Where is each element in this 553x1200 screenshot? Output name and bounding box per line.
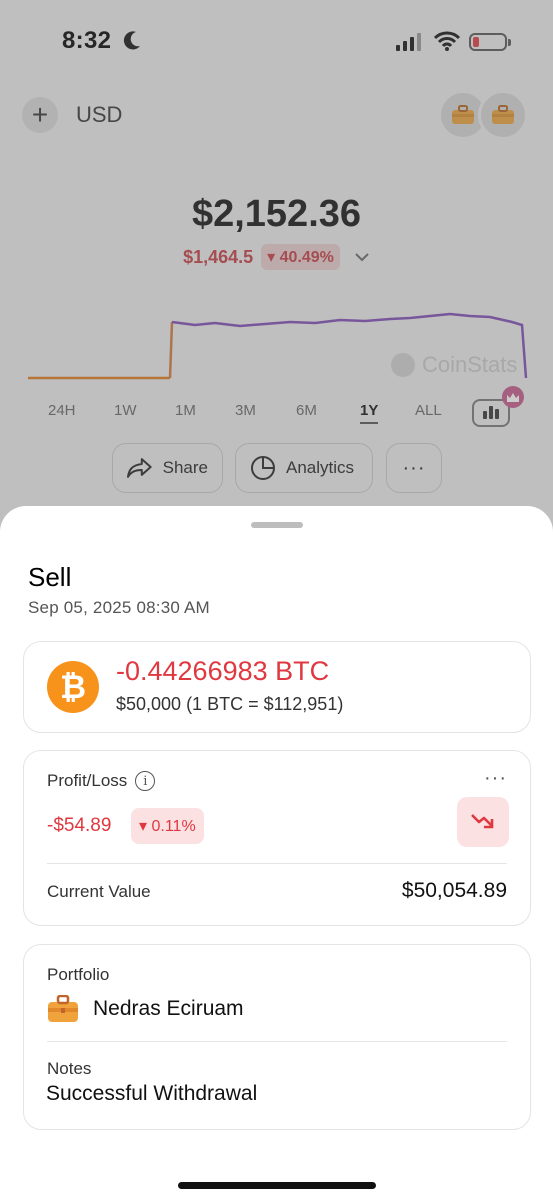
transaction-date: Sep 05, 2025 08:30 AM [28,598,210,617]
divider [47,1041,507,1042]
portfolio-label: Portfolio [47,965,110,984]
range-1m[interactable]: 1M [175,402,196,419]
share-label: Share [162,458,208,477]
chart-line-step [168,321,174,379]
range-24h[interactable]: 24H [48,402,76,419]
change-percent-badge: ▾ 40.49% [261,244,340,270]
battery-icon [469,33,511,51]
change-value: $1,464.5 [183,246,254,267]
balance-change[interactable]: $1,464.5 ▾ 40.49% [0,244,553,270]
profit-loss-card: Profit/Loss i ··· -$54.89 ▾ 0.11% Curren… [23,750,531,926]
portfolio-card: Portfolio Nedras Eciruam Notes Successfu… [23,944,531,1130]
signal-icon [396,33,421,51]
profit-loss-value: -$54.89 [47,815,112,836]
coinstats-logo-icon [391,353,415,377]
coinstats-watermark: CoinStats [390,352,517,378]
analytics-label: Analytics [286,458,355,477]
profit-loss-percent-badge: ▾ 0.11% [131,808,204,844]
info-icon[interactable]: i [135,771,156,791]
range-1y[interactable]: 1Y [360,402,379,424]
transaction-detail: $50,000 (1 BTC = $112,951) [116,694,344,714]
sheet-grabber[interactable] [251,522,303,528]
analytics-button[interactable]: Analytics [235,443,373,493]
transaction-card: ₿ -0.44266983 BTC $50,000 (1 BTC = $112,… [23,641,531,733]
briefcase-icon [478,90,528,140]
trend-down-icon[interactable] [457,797,509,847]
notes-label: Notes [47,1059,92,1078]
range-1w[interactable]: 1W [114,402,137,419]
currency-selector[interactable]: USD [76,102,122,128]
portfolio-screen: 8:32 + USD $2,152.36 $1,464.5 ▾ 40.49% C… [0,0,553,560]
divider [47,863,507,864]
home-indicator [178,1182,376,1189]
time-range-selector: 24H 1W 1M 3M 6M 1Y ALL [30,386,530,430]
range-3m[interactable]: 3M [235,402,256,419]
portfolio-name: Nedras Eciruam [93,997,244,1020]
portfolio-row[interactable]: Nedras Eciruam [47,995,244,1023]
profit-loss-label: Profit/Loss i [47,771,156,791]
bitcoin-icon: ₿ [47,661,99,713]
portfolio-balance: $2,152.36 [191,193,362,235]
briefcase-icon [48,995,78,1022]
share-button[interactable]: Share [112,443,223,493]
portfolio-chart[interactable] [0,300,553,395]
more-options-button[interactable]: ··· [484,767,507,790]
status-time: 8:32 [62,27,112,54]
transaction-amount: -0.44266983 BTC [116,656,330,686]
current-value-label: Current Value [47,882,151,901]
crown-icon [502,386,524,408]
pie-chart-icon [251,456,275,480]
more-options-button[interactable]: ··· [386,443,442,493]
portfolio-avatars[interactable] [438,90,530,140]
wifi-icon [434,31,460,51]
moon-icon [123,31,140,50]
add-icon[interactable]: + [22,97,58,133]
range-6m[interactable]: 6M [296,402,317,419]
status-bar: 8:32 [0,0,553,84]
current-value: $50,054.89 [401,879,507,902]
transaction-sheet: Sell Sep 05, 2025 08:30 AM ₿ -0.44266983… [0,506,553,1200]
action-bar: Share Analytics ··· [0,443,553,493]
share-icon [127,458,152,478]
transaction-type: Sell [28,562,72,592]
chevron-down-icon [355,253,369,262]
notes-value: Successful Withdrawal [46,1082,258,1105]
range-all[interactable]: ALL [415,402,442,419]
